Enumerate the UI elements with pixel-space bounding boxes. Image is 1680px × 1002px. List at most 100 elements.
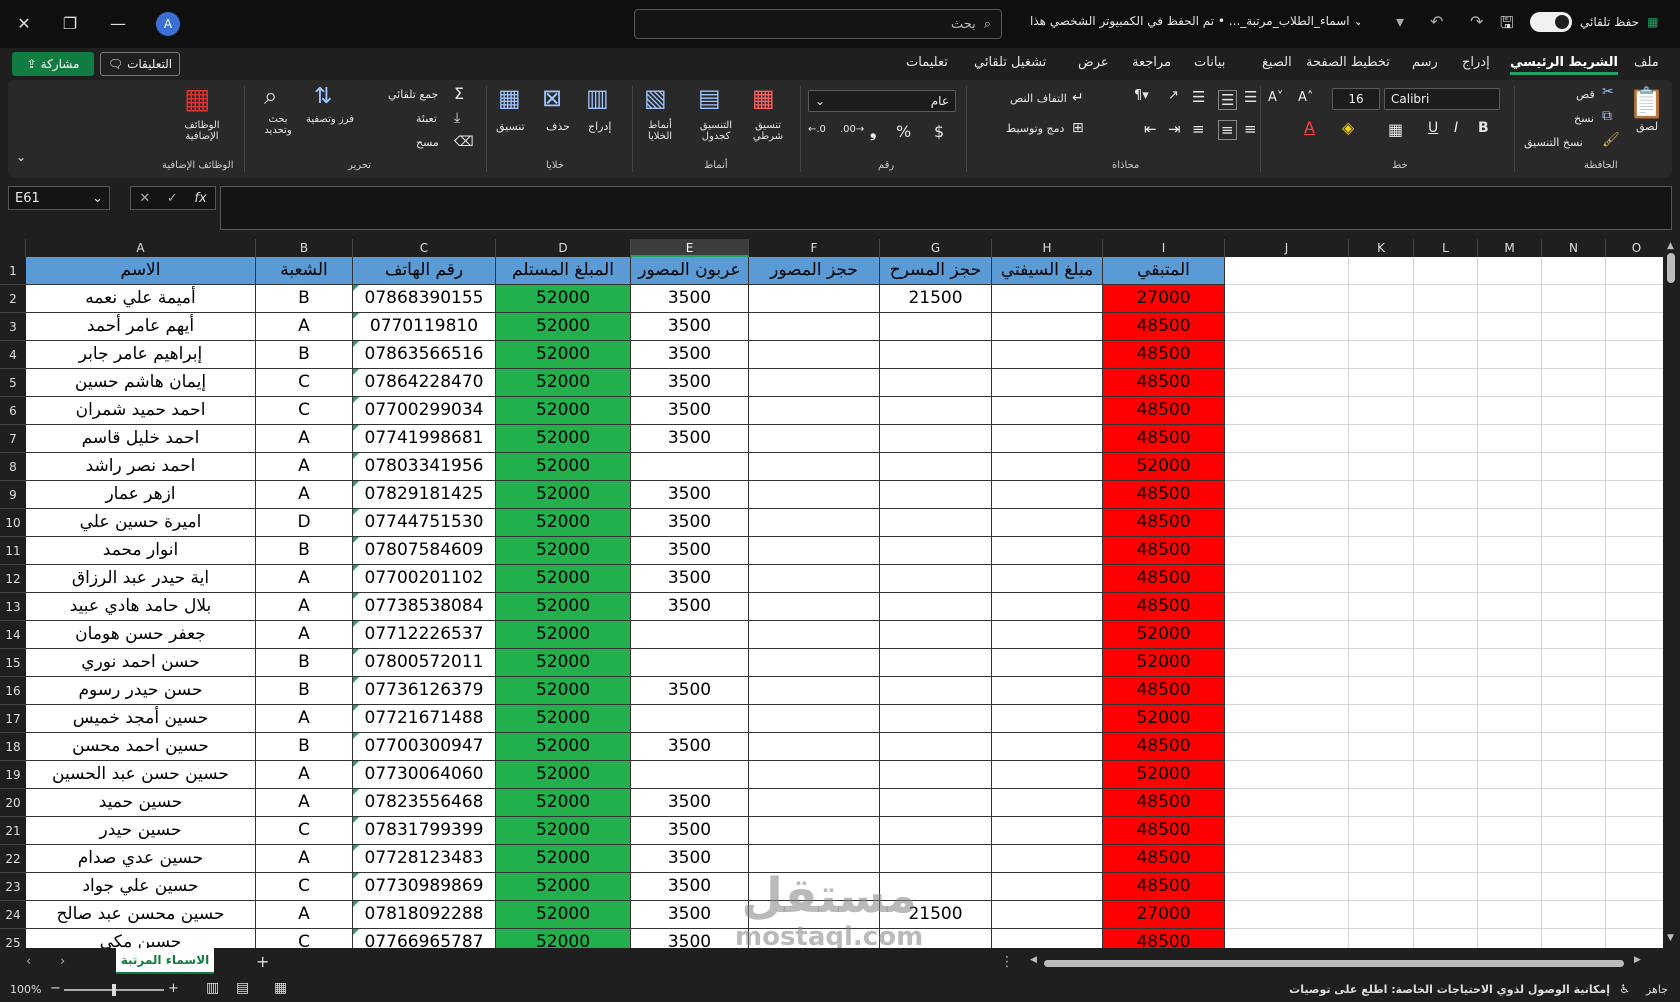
- cell-H6[interactable]: [992, 397, 1103, 425]
- increase-decimal-icon[interactable]: ←.0: [808, 124, 826, 135]
- cell-D25[interactable]: 52000: [496, 929, 631, 948]
- cell-K19[interactable]: [1349, 761, 1414, 789]
- delete-cells-icon[interactable]: ⊠: [542, 84, 562, 112]
- cell-J23[interactable]: [1225, 873, 1349, 901]
- row-header[interactable]: 15: [0, 649, 26, 677]
- cell-I22[interactable]: 48500: [1103, 845, 1225, 873]
- cell-J15[interactable]: [1225, 649, 1349, 677]
- insert-cells-icon[interactable]: ▥: [586, 84, 609, 112]
- cell-D23[interactable]: 52000: [496, 873, 631, 901]
- cell-J6[interactable]: [1225, 397, 1349, 425]
- cell-L10[interactable]: [1414, 509, 1478, 537]
- cell-K16[interactable]: [1349, 677, 1414, 705]
- cell-H9[interactable]: [992, 481, 1103, 509]
- cell-C19[interactable]: 07730064060: [353, 761, 496, 789]
- cell-L3[interactable]: [1414, 313, 1478, 341]
- cell-C21[interactable]: 07831799399: [353, 817, 496, 845]
- cell-D7[interactable]: 52000: [496, 425, 631, 453]
- cell-A14[interactable]: جعفر حسن هومان: [26, 621, 256, 649]
- cell-B5[interactable]: C: [256, 369, 353, 397]
- cell-G12[interactable]: [880, 565, 992, 593]
- cell-M15[interactable]: [1478, 649, 1542, 677]
- scroll-left-icon[interactable]: ◀: [1030, 955, 1037, 965]
- row-header[interactable]: 20: [0, 789, 26, 817]
- font-name-box[interactable]: Calibri: [1384, 88, 1500, 110]
- cell-N21[interactable]: [1542, 817, 1606, 845]
- cell-I4[interactable]: 48500: [1103, 341, 1225, 369]
- cell-L12[interactable]: [1414, 565, 1478, 593]
- cell-A1[interactable]: الاسم: [26, 257, 256, 285]
- cell-I18[interactable]: 48500: [1103, 733, 1225, 761]
- cell-L23[interactable]: [1414, 873, 1478, 901]
- cell-C8[interactable]: 07803341956: [353, 453, 496, 481]
- cell-K24[interactable]: [1349, 901, 1414, 929]
- cell-K6[interactable]: [1349, 397, 1414, 425]
- row-header[interactable]: 5: [0, 369, 26, 397]
- cell-A23[interactable]: حسين علي جواد: [26, 873, 256, 901]
- more-options-icon[interactable]: ⋮: [1000, 954, 1014, 970]
- cell-J8[interactable]: [1225, 453, 1349, 481]
- row-header[interactable]: 2: [0, 285, 26, 313]
- wrap-text-button[interactable]: التفاف النص: [1010, 92, 1067, 105]
- cell-F18[interactable]: [749, 733, 880, 761]
- cell-E21[interactable]: 3500: [631, 817, 749, 845]
- cell-B15[interactable]: B: [256, 649, 353, 677]
- row-header[interactable]: 25: [0, 929, 26, 948]
- cell-D6[interactable]: 52000: [496, 397, 631, 425]
- page-layout-view-icon[interactable]: ▤: [236, 980, 249, 996]
- cell-M14[interactable]: [1478, 621, 1542, 649]
- prev-sheet-icon[interactable]: ‹: [26, 954, 31, 969]
- cell-F16[interactable]: [749, 677, 880, 705]
- enter-icon[interactable]: ✓: [167, 191, 178, 206]
- cell-J12[interactable]: [1225, 565, 1349, 593]
- cell-M9[interactable]: [1478, 481, 1542, 509]
- cell-L21[interactable]: [1414, 817, 1478, 845]
- cell-O4[interactable]: [1606, 341, 1668, 369]
- column-header-C[interactable]: C: [353, 239, 496, 257]
- cell-B22[interactable]: A: [256, 845, 353, 873]
- cell-I14[interactable]: 52000: [1103, 621, 1225, 649]
- cell-H18[interactable]: [992, 733, 1103, 761]
- cell-O12[interactable]: [1606, 565, 1668, 593]
- fill-icon[interactable]: ⤓: [454, 110, 460, 126]
- align-top-icon[interactable]: ☰: [1244, 88, 1257, 106]
- search-input[interactable]: بحث ⌕: [634, 9, 1002, 39]
- cell-F17[interactable]: [749, 705, 880, 733]
- cell-C22[interactable]: 07728123483: [353, 845, 496, 873]
- cell-A4[interactable]: إبراهيم عامر جابر: [26, 341, 256, 369]
- cell-A5[interactable]: إيمان هاشم حسين: [26, 369, 256, 397]
- cell-N24[interactable]: [1542, 901, 1606, 929]
- autosave-switch[interactable]: [1530, 12, 1572, 32]
- cell-L24[interactable]: [1414, 901, 1478, 929]
- tab-review[interactable]: مراجعة: [1132, 55, 1171, 70]
- cell-C13[interactable]: 07738538084: [353, 593, 496, 621]
- cell-K3[interactable]: [1349, 313, 1414, 341]
- cell-C2[interactable]: 07868390155: [353, 285, 496, 313]
- cell-J3[interactable]: [1225, 313, 1349, 341]
- align-center-icon[interactable]: ≡: [1218, 120, 1237, 140]
- cell-A22[interactable]: حسين عدي صدام: [26, 845, 256, 873]
- cell-I23[interactable]: 48500: [1103, 873, 1225, 901]
- cell-B10[interactable]: D: [256, 509, 353, 537]
- cell-D2[interactable]: 52000: [496, 285, 631, 313]
- align-middle-icon[interactable]: ☰: [1218, 90, 1238, 110]
- cell-O22[interactable]: [1606, 845, 1668, 873]
- cell-E20[interactable]: 3500: [631, 789, 749, 817]
- tab-formulas[interactable]: الصيغ: [1262, 55, 1292, 70]
- cell-E18[interactable]: 3500: [631, 733, 749, 761]
- align-left-icon[interactable]: ≡: [1192, 120, 1205, 138]
- cell-M16[interactable]: [1478, 677, 1542, 705]
- cell-K9[interactable]: [1349, 481, 1414, 509]
- cell-J7[interactable]: [1225, 425, 1349, 453]
- cell-C17[interactable]: 07721671488: [353, 705, 496, 733]
- row-header[interactable]: 6: [0, 397, 26, 425]
- cell-A17[interactable]: حسين أمجد خميس: [26, 705, 256, 733]
- cell-E23[interactable]: 3500: [631, 873, 749, 901]
- cell-N22[interactable]: [1542, 845, 1606, 873]
- cell-C16[interactable]: 07736126379: [353, 677, 496, 705]
- cell-F8[interactable]: [749, 453, 880, 481]
- column-header-B[interactable]: B: [256, 239, 353, 257]
- cell-G8[interactable]: [880, 453, 992, 481]
- cell-L8[interactable]: [1414, 453, 1478, 481]
- cell-N9[interactable]: [1542, 481, 1606, 509]
